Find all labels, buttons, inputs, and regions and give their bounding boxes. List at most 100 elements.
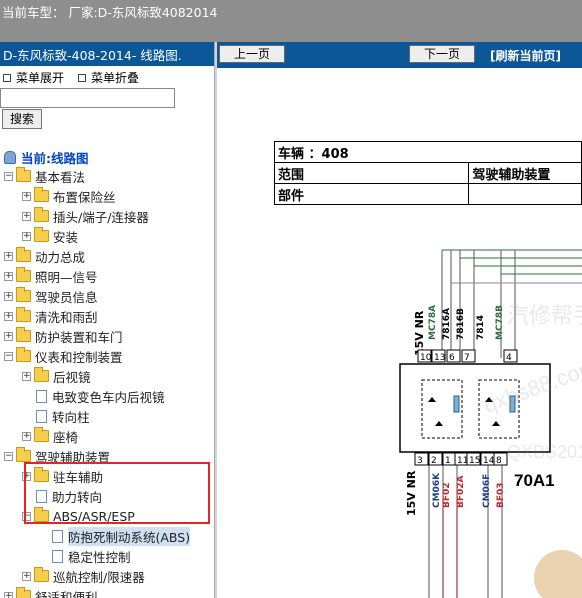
folder-icon — [34, 427, 49, 442]
tree-item[interactable]: + 照明—信号 — [4, 266, 98, 286]
top-pin-label: 7816B — [456, 308, 466, 340]
bottom-pin-number: 15 — [469, 456, 480, 466]
tree-item[interactable]: + 动力总成 — [4, 246, 85, 266]
expand-node-icon[interactable]: + — [22, 231, 31, 241]
expand-node-icon[interactable]: + — [22, 431, 31, 441]
menu-expand-button[interactable]: 菜单展开 — [3, 69, 64, 86]
expand-node-icon[interactable]: + — [22, 211, 31, 221]
top-bar-title: 当前车型： 厂家:D-东风标致4082014 — [2, 5, 218, 20]
folder-icon — [16, 447, 31, 462]
document-icon — [52, 529, 63, 543]
refresh-link[interactable]: [刷新当前页] — [490, 47, 561, 64]
expand-node-icon[interactable]: + — [4, 271, 13, 281]
bottom-pin-label: BF02 — [442, 482, 452, 508]
search-button[interactable]: 搜索 — [2, 109, 42, 129]
tree-item-label: 基本看法 — [35, 169, 86, 185]
tree-item[interactable]: + 清洗和雨刮 — [4, 306, 98, 326]
tree-item-label: 电致变色车内后视镜 — [52, 389, 165, 405]
tree-item[interactable]: 防抱死制动系统(ABS) — [38, 526, 191, 546]
menu-collapse-button[interactable]: 菜单折叠 — [78, 69, 139, 86]
tree-item-label: 转向柱 — [52, 409, 90, 425]
highlight-box — [24, 462, 210, 524]
top-pin-label: 15V NR — [413, 310, 426, 356]
watermark-logo — [534, 550, 582, 598]
collapse-icon — [78, 73, 86, 82]
current-location-label: 当前:线路图 — [21, 151, 89, 166]
tree-item[interactable]: + 安装 — [22, 226, 78, 246]
expand-node-icon[interactable]: + — [4, 331, 13, 341]
right-panel: 上一页 下一页 [刷新当前页] 车辆 ：408 范围 驾驶辅助装置 部件 15V… — [217, 42, 582, 598]
tree-item[interactable]: + 后视镜 — [22, 366, 91, 386]
svg-text:QXBS2015: QXBS2015 — [507, 442, 582, 462]
left-panel-title: D-东风标致-408-2014- 线路图. — [0, 42, 214, 66]
tree-item-label: 布置保险丝 — [53, 189, 116, 205]
bottom-pin-row: 3 2 1 11 15 14 815V NR CM06K BF02 BF02A CM06F BF03 — [405, 452, 508, 516]
bottom-pin-label: BF03 — [496, 482, 506, 508]
tree-item-label: 动力总成 — [35, 249, 86, 265]
menu-collapse-label: 菜单折叠 — [91, 71, 140, 85]
tree-item-label: 防护装置和车门 — [35, 329, 123, 345]
folder-icon — [34, 367, 49, 382]
bottom-pin-label: CM06F — [482, 474, 492, 508]
top-pin-label: MC78A — [428, 305, 438, 340]
tree-item[interactable]: + 驾驶员信息 — [4, 286, 98, 306]
tree-item-label: 仪表和控制装置 — [35, 349, 123, 365]
tree-item-label: 安装 — [53, 229, 79, 245]
tree-item[interactable]: + 巡航控制/限速器 — [22, 566, 145, 586]
current-location-icon — [4, 151, 16, 164]
tree-item[interactable]: + 座椅 — [22, 426, 78, 446]
top-pin-number: 6 — [449, 353, 455, 363]
tree-item[interactable]: + 舒适和便利 — [4, 586, 98, 598]
bottom-pin-label: BF02A — [456, 475, 466, 508]
next-page-button[interactable]: 下一页 — [409, 45, 475, 63]
folder-icon — [16, 287, 31, 302]
bottom-pin-number: 2 — [431, 456, 437, 466]
tree-item[interactable]: 电致变色车内后视镜 — [22, 386, 165, 406]
tree-item[interactable]: − 基本看法 — [4, 166, 85, 186]
bottom-pin-label: 15V NR — [405, 470, 418, 516]
search-input[interactable] — [0, 88, 175, 108]
tree-item-label: 清洗和雨刮 — [35, 309, 98, 325]
tree-item[interactable]: + 防护装置和车门 — [4, 326, 123, 346]
folder-icon — [16, 247, 31, 262]
tree-item[interactable]: 转向柱 — [22, 406, 90, 426]
document-icon — [36, 389, 47, 403]
document-icon — [52, 549, 63, 563]
expand-node-icon[interactable]: + — [4, 591, 13, 598]
folder-icon — [34, 567, 49, 582]
tree-item[interactable]: + 插头/端子/连接器 — [22, 206, 149, 226]
folder-icon — [34, 207, 49, 222]
bottom-pin-number: 8 — [496, 456, 502, 466]
expand-icon — [3, 73, 11, 82]
collapse-node-icon[interactable]: − — [4, 171, 13, 181]
expand-node-icon[interactable]: + — [22, 191, 31, 201]
tree-item-label: 驾驶员信息 — [35, 289, 98, 305]
doc-nav-bar: 上一页 下一页 [刷新当前页] — [217, 42, 582, 68]
tree-item-label: 座椅 — [53, 429, 79, 445]
current-location[interactable]: 当前:线路图 — [4, 148, 89, 167]
menu-expand-label: 菜单展开 — [16, 71, 65, 85]
folder-icon — [16, 167, 31, 182]
expand-node-icon[interactable]: + — [22, 571, 31, 581]
expand-node-icon[interactable]: + — [4, 251, 13, 261]
top-pin-number: 10 — [420, 353, 432, 363]
tree-item[interactable]: 稳定性控制 — [38, 546, 131, 566]
expand-node-icon[interactable]: + — [4, 291, 13, 301]
folder-icon — [16, 267, 31, 282]
top-pin-number: 7 — [464, 353, 470, 363]
bottom-pin-number: 14 — [483, 456, 495, 466]
expand-node-icon[interactable]: + — [4, 311, 13, 321]
collapse-node-icon[interactable]: − — [4, 451, 13, 461]
expand-node-icon[interactable]: + — [22, 371, 31, 381]
tree-item-label: 后视镜 — [53, 369, 91, 385]
top-pin-number: 13 — [434, 353, 445, 363]
collapse-node-icon[interactable]: − — [4, 351, 13, 361]
tree-item-label: 照明—信号 — [35, 269, 98, 285]
top-pin-label: MC78B — [495, 305, 505, 340]
tree-item-label: 防抱死制动系统(ABS) — [68, 526, 191, 546]
prev-page-button[interactable]: 上一页 — [219, 45, 285, 63]
tree-item[interactable]: + 布置保险丝 — [22, 186, 116, 206]
folder-icon — [16, 307, 31, 322]
component-label: 70A1 — [514, 471, 555, 490]
tree-item[interactable]: − 仪表和控制装置 — [4, 346, 123, 366]
